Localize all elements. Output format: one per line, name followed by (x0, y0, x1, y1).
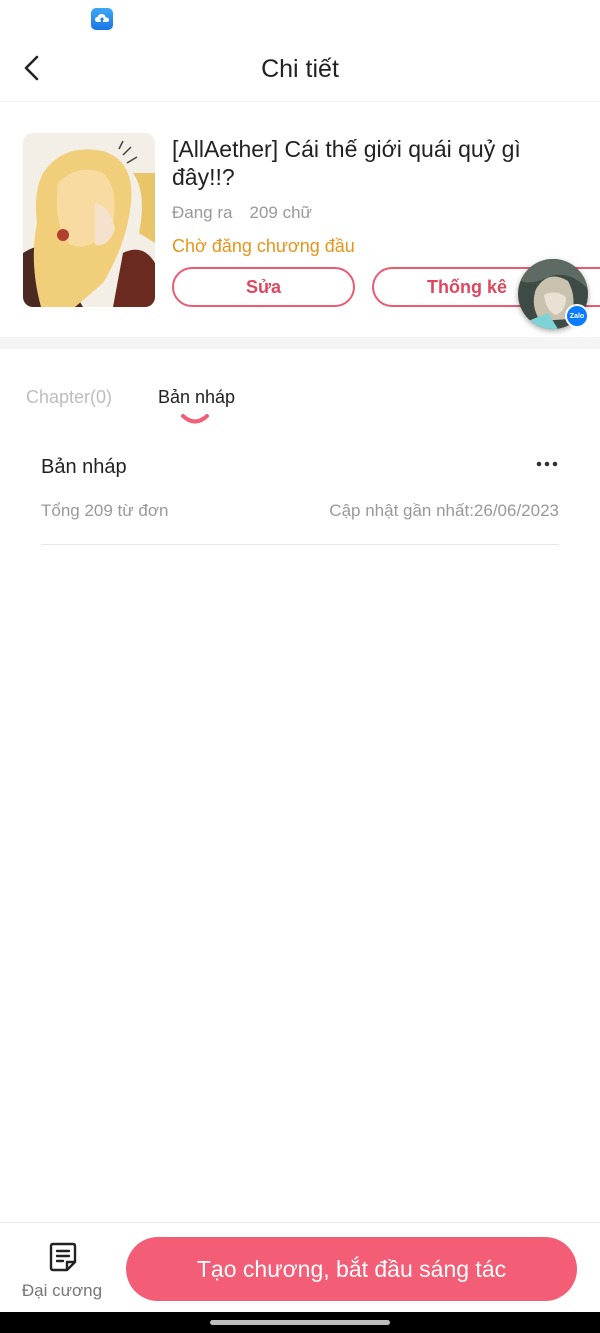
book-title: [AllAether] Cái thế giới quái quỷ gì đây… (172, 136, 521, 190)
more-options-button[interactable] (535, 452, 559, 476)
home-indicator[interactable] (210, 1320, 390, 1325)
tab-bar: Chapter(0) Bản nháp (0, 349, 600, 439)
zalo-chat-bubble[interactable]: Zalo (518, 259, 589, 339)
book-status-label: Đang ra (172, 203, 233, 222)
bottom-action-bar: Đại cương Tạo chương, bắt đầu sáng tác (0, 1222, 600, 1312)
edit-button[interactable]: Sửa (172, 267, 355, 307)
active-tab-indicator (181, 414, 209, 424)
book-info-card: [AllAether] Cái thế giới quái quỷ gì đây… (0, 103, 600, 337)
page-title: Chi tiết (261, 55, 339, 83)
section-divider (0, 337, 600, 349)
draft-title: Bản nháp (41, 456, 127, 478)
word-count-label: 209 chữ (249, 203, 312, 222)
book-meta: Đang ra 209 chữ (172, 203, 312, 223)
tab-draft[interactable]: Bản nháp (158, 387, 235, 408)
outline-label: Đại cương (21, 1281, 103, 1300)
more-horizontal-icon (536, 461, 558, 467)
outline-button[interactable]: Đại cương (12, 1237, 112, 1303)
list-item[interactable]: Bản nháp Tổng 209 từ đơn Cập nhật gần nh… (41, 440, 559, 545)
draft-word-total: Tổng 209 từ đơn (41, 501, 169, 520)
publish-state-label: Chờ đăng chương đầu (172, 236, 355, 256)
zalo-badge: Zalo (565, 304, 589, 328)
cloud-app-icon (91, 8, 113, 30)
top-app-bar: Chi tiết (0, 40, 600, 102)
draft-last-updated: Cập nhật gần nhất:26/06/2023 (329, 501, 559, 520)
tab-chapter[interactable]: Chapter(0) (26, 387, 112, 408)
book-cover-image[interactable] (23, 133, 155, 307)
system-navigation-bar (0, 1312, 600, 1333)
document-list-icon (49, 1242, 77, 1272)
create-chapter-button[interactable]: Tạo chương, bắt đầu sáng tác (126, 1237, 577, 1301)
stats-button-label: Thống kê (427, 276, 507, 297)
status-bar (0, 0, 600, 40)
